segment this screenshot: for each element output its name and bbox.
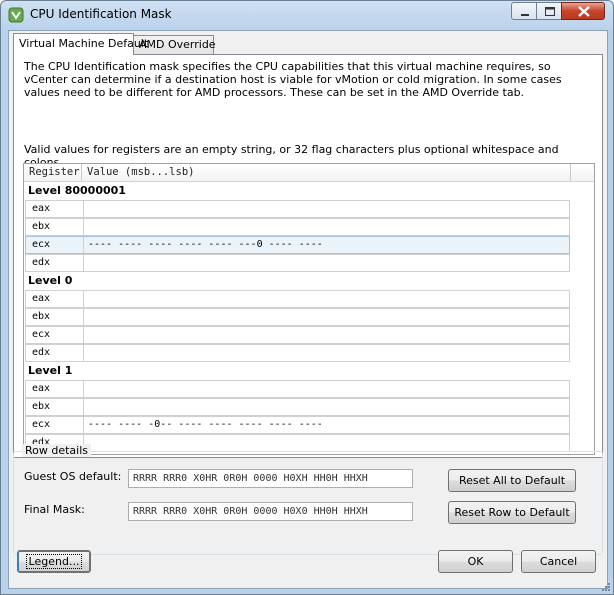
maximize-icon: [545, 7, 555, 16]
register-value[interactable]: ---- ---- -0-- ---- ---- ---- ---- ----: [88, 417, 323, 433]
register-row[interactable]: eax: [25, 290, 570, 308]
close-icon: [578, 6, 590, 17]
tab-virtual-machine-default[interactable]: Virtual Machine Default: [13, 33, 148, 55]
register-name: edx: [26, 255, 84, 271]
register-name: edx: [26, 345, 84, 361]
dialog-window: CPU Identification Mask Virtual Machine …: [0, 0, 614, 595]
register-row[interactable]: eax: [25, 380, 570, 398]
register-name: ecx: [26, 237, 84, 253]
minimize-button[interactable]: [511, 2, 537, 20]
maximize-button[interactable]: [536, 2, 562, 20]
tab-panel: The CPU Identification mask specifies th…: [13, 54, 603, 458]
final-mask-field: RRRR RRR0 X0HR 0R0H 0000 H0X0 HH0H HHXH: [128, 502, 413, 521]
register-name: eax: [26, 381, 84, 397]
register-row[interactable]: ecx: [25, 326, 570, 344]
legend-button-label: Legend...: [25, 554, 83, 569]
dialog-client: Virtual Machine Default AMD Override The…: [8, 30, 608, 589]
register-row[interactable]: ebx: [25, 308, 570, 326]
register-row[interactable]: edx: [25, 254, 570, 272]
row-details-group: Row details Guest OS default: RRRR RRR0 …: [13, 444, 603, 555]
register-row[interactable]: edx: [25, 344, 570, 362]
register-name: eax: [26, 291, 84, 307]
guest-os-default-field: RRRR RRR0 X0HR 0R0H 0000 H0XH HH0H HHXH: [128, 469, 413, 488]
legend-button[interactable]: Legend...: [17, 550, 91, 573]
grid-header: Register Value (msb...lsb): [24, 164, 594, 182]
minimize-icon: [521, 14, 529, 16]
level-header: Level 1: [28, 364, 73, 377]
window-title: CPU Identification Mask: [30, 7, 172, 21]
register-row[interactable]: eax: [25, 200, 570, 218]
register-name: ecx: [26, 327, 84, 343]
row-details-title: Row details: [22, 444, 92, 457]
register-name: ecx: [26, 417, 84, 433]
close-button[interactable]: [561, 2, 605, 20]
guest-os-default-label: Guest OS default:: [24, 470, 122, 483]
final-mask-label: Final Mask:: [24, 503, 85, 516]
level-header: Level 80000001: [28, 184, 126, 197]
register-grid: Register Value (msb...lsb) Level 8000000…: [23, 163, 595, 455]
register-row[interactable]: ecx ---- ---- -0-- ---- ---- ---- ---- -…: [25, 416, 570, 434]
reset-row-button[interactable]: Reset Row to Default: [448, 501, 576, 524]
register-name: ebx: [26, 309, 84, 325]
register-row-selected[interactable]: ecx ---- ---- ---- ---- ---- ---0 ---- -…: [25, 236, 570, 254]
register-row[interactable]: edx: [25, 434, 570, 452]
register-value[interactable]: ---- ---- ---- ---- ---- ---0 ---- ----: [88, 237, 323, 253]
ok-button[interactable]: OK: [438, 550, 513, 573]
resize-grip-icon[interactable]: [601, 582, 611, 592]
vsphere-icon: [8, 7, 24, 23]
register-row[interactable]: ebx: [25, 218, 570, 236]
title-bar[interactable]: CPU Identification Mask: [1, 1, 613, 29]
column-header-value[interactable]: Value (msb...lsb): [82, 164, 571, 181]
cancel-button[interactable]: Cancel: [521, 550, 596, 573]
level-header: Level 0: [28, 274, 73, 287]
register-name: eax: [26, 201, 84, 217]
reset-all-button[interactable]: Reset All to Default: [448, 469, 576, 492]
column-header-register[interactable]: Register: [24, 164, 82, 181]
description-text: The CPU Identification mask specifies th…: [24, 60, 562, 99]
register-name: ebx: [26, 219, 84, 235]
register-row[interactable]: ebx: [25, 398, 570, 416]
register-name: ebx: [26, 399, 84, 415]
